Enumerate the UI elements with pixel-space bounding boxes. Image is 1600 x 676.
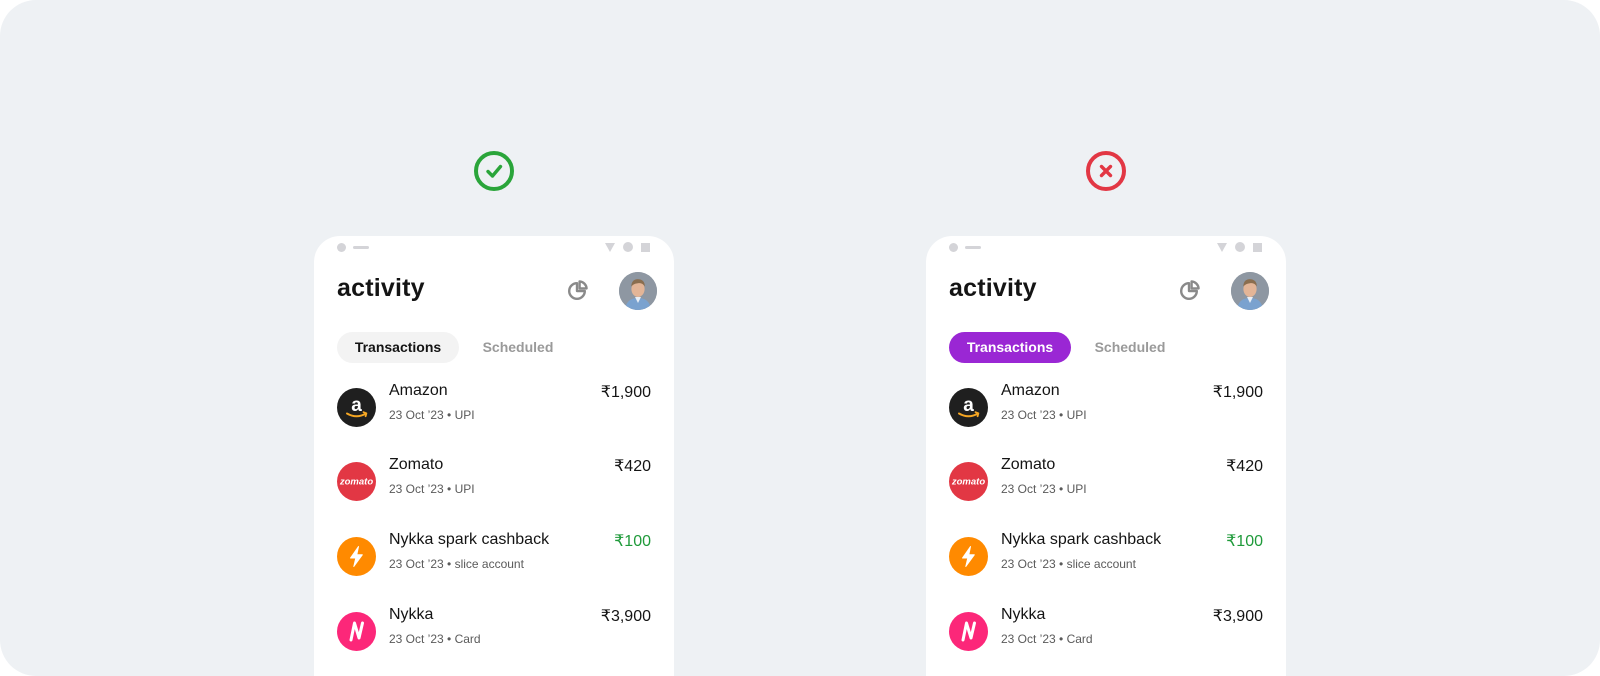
transaction-row[interactable]: Nykka 23 Oct ’23 • Card ₹3,900 (337, 606, 651, 652)
battery-icon (1253, 243, 1262, 252)
transaction-name: Nykka spark cashback (1001, 531, 1162, 548)
comparison-canvas: activity Transactions Scheduled a Amazon… (0, 0, 1600, 676)
tab-transactions[interactable]: Transactions (949, 332, 1071, 363)
transaction-meta: 23 Oct ’23 • UPI (1001, 482, 1087, 496)
transaction-amount: ₹100 (1226, 533, 1263, 550)
transaction-meta: 23 Oct ’23 • Card (389, 632, 481, 646)
status-dash-icon (353, 246, 369, 249)
zomato-logo-icon: zomato (949, 462, 988, 501)
transaction-row[interactable]: a Amazon 23 Oct ’23 • UPI ₹1,900 (949, 382, 1263, 428)
zomato-logo-icon: zomato (337, 462, 376, 501)
status-dash-icon (965, 246, 981, 249)
page-title: activity (949, 274, 1037, 302)
transaction-amount: ₹100 (614, 533, 651, 550)
battery-icon (641, 243, 650, 252)
transaction-meta: 23 Oct ’23 • slice account (1001, 557, 1136, 571)
transaction-row[interactable]: a Amazon 23 Oct ’23 • UPI ₹1,900 (337, 382, 651, 428)
svg-text:zomato: zomato (951, 477, 985, 488)
phone-screen: activity Transactions Scheduled a Amazon… (314, 236, 674, 676)
transaction-name: Amazon (389, 382, 448, 399)
transaction-amount: ₹3,900 (600, 608, 651, 625)
page-title: activity (337, 274, 425, 302)
status-bar (314, 236, 674, 260)
signal-icon (623, 242, 633, 252)
lightning-icon (337, 537, 376, 576)
transaction-meta: 23 Oct ’23 • UPI (1001, 408, 1087, 422)
transaction-amount: ₹1,900 (1212, 384, 1263, 401)
transaction-amount: ₹1,900 (600, 384, 651, 401)
avatar[interactable] (1231, 272, 1269, 310)
transaction-amount: ₹420 (1226, 458, 1263, 475)
tab-scheduled[interactable]: Scheduled (1075, 332, 1185, 363)
transaction-meta: 23 Oct ’23 • UPI (389, 408, 475, 422)
transaction-name: Zomato (389, 456, 444, 473)
transaction-meta: 23 Oct ’23 • UPI (389, 482, 475, 496)
cross-icon (1086, 151, 1126, 191)
transaction-meta: 23 Oct ’23 • slice account (389, 557, 524, 571)
svg-text:zomato: zomato (339, 477, 373, 488)
wifi-icon (1217, 243, 1227, 252)
transaction-row[interactable]: zomato Zomato 23 Oct ’23 • UPI ₹420 (337, 456, 651, 502)
status-dot-icon (337, 243, 346, 252)
phone-screen: activity Transactions Scheduled a Amazon… (926, 236, 1286, 676)
svg-text:a: a (351, 395, 362, 416)
transaction-name: Amazon (1001, 382, 1060, 399)
transaction-name: Zomato (1001, 456, 1056, 473)
pie-chart-icon[interactable] (565, 279, 589, 303)
transaction-name: Nykka spark cashback (389, 531, 550, 548)
transaction-row[interactable]: Nykka 23 Oct ’23 • Card ₹3,900 (949, 606, 1263, 652)
pie-chart-icon[interactable] (1177, 279, 1201, 303)
tab-scheduled[interactable]: Scheduled (463, 332, 573, 363)
correct-example: activity Transactions Scheduled a Amazon… (314, 0, 674, 676)
nykaa-logo-icon (949, 612, 988, 651)
signal-icon (1235, 242, 1245, 252)
transaction-amount: ₹420 (614, 458, 651, 475)
transaction-name: Nykka (389, 606, 434, 623)
transaction-name: Nykka (1001, 606, 1046, 623)
check-icon (474, 151, 514, 191)
status-bar (926, 236, 1286, 260)
incorrect-example: activity Transactions Scheduled a Amazon… (926, 0, 1286, 676)
transaction-row[interactable]: Nykka spark cashback 23 Oct ’23 • slice … (337, 531, 651, 577)
status-dot-icon (949, 243, 958, 252)
transaction-amount: ₹3,900 (1212, 608, 1263, 625)
amazon-logo-icon: a (949, 388, 988, 427)
tab-transactions[interactable]: Transactions (337, 332, 459, 363)
nykaa-logo-icon (337, 612, 376, 651)
wifi-icon (605, 243, 615, 252)
avatar[interactable] (619, 272, 657, 310)
transaction-row[interactable]: Nykka spark cashback 23 Oct ’23 • slice … (949, 531, 1263, 577)
amazon-logo-icon: a (337, 388, 376, 427)
transaction-meta: 23 Oct ’23 • Card (1001, 632, 1093, 646)
transaction-row[interactable]: zomato Zomato 23 Oct ’23 • UPI ₹420 (949, 456, 1263, 502)
lightning-icon (949, 537, 988, 576)
svg-text:a: a (963, 395, 974, 416)
